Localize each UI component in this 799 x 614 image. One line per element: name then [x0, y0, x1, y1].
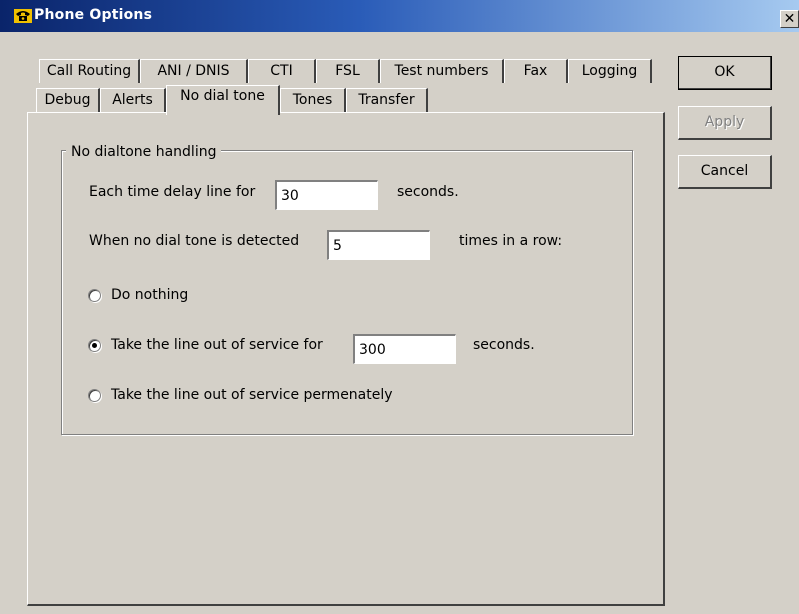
close-icon: ✕ [783, 11, 796, 27]
radio-out-of-service-for[interactable] [88, 339, 101, 352]
delay-unit-label: seconds. [397, 184, 459, 200]
detect-label: When no dial tone is detected [89, 233, 300, 249]
tab-no-dial-tone[interactable]: No dial tone [166, 85, 280, 115]
detect-unit-label: times in a row: [459, 233, 563, 249]
groupbox-title: No dialtone handling [66, 144, 222, 160]
tab-tones[interactable]: Tones [280, 88, 346, 112]
tab-alerts[interactable]: Alerts [100, 88, 166, 112]
ok-button[interactable]: OK [678, 56, 772, 90]
telephone-icon [14, 9, 32, 23]
tab-debug[interactable]: Debug [36, 88, 100, 112]
tab-ani-dnis[interactable]: ANI / DNIS [140, 59, 248, 83]
radio-do-nothing-label[interactable]: Do nothing [111, 287, 188, 303]
delay-seconds-input[interactable]: 30 [275, 180, 378, 210]
tab-transfer[interactable]: Transfer [346, 88, 428, 112]
window-title: Phone Options [34, 7, 153, 23]
radio-do-nothing[interactable] [88, 289, 101, 302]
close-button[interactable]: ✕ [780, 10, 799, 28]
tab-call-routing[interactable]: Call Routing [39, 59, 140, 83]
out-of-service-unit-label: seconds. [473, 337, 535, 353]
radio-out-of-service-for-label[interactable]: Take the line out of service for [111, 337, 323, 353]
tab-cti[interactable]: CTI [248, 59, 316, 83]
title-bar: Phone Options [0, 0, 799, 32]
tab-fsl[interactable]: FSL [316, 59, 380, 83]
tab-logging[interactable]: Logging [568, 59, 652, 83]
radio-out-of-service-permanent[interactable] [88, 389, 101, 402]
radio-out-of-service-permanent-label[interactable]: Take the line out of service permenately [111, 387, 393, 403]
out-of-service-seconds-input[interactable]: 300 [353, 334, 456, 364]
tab-fax[interactable]: Fax [504, 59, 568, 83]
apply-button[interactable]: Apply [678, 106, 772, 140]
detect-count-input[interactable]: 5 [327, 230, 430, 260]
cancel-button[interactable]: Cancel [678, 155, 772, 189]
delay-label: Each time delay line for [89, 184, 256, 200]
tab-test-numbers[interactable]: Test numbers [380, 59, 504, 83]
radio-selected-dot [92, 343, 97, 348]
